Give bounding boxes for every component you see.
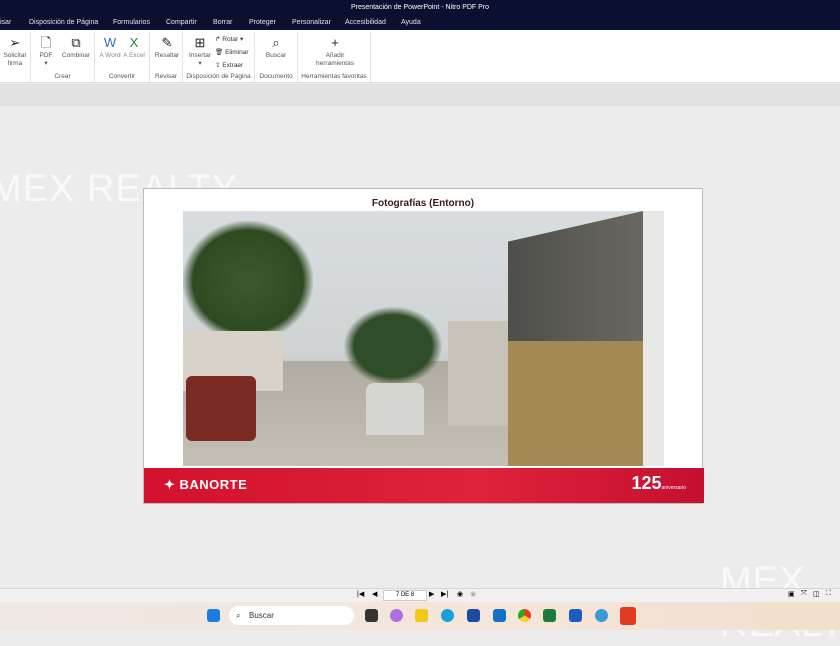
task-view-icon[interactable] (365, 609, 378, 622)
banorte-logo: ✦ BANORTE (164, 477, 248, 492)
group-crear: Crear (54, 73, 71, 80)
slide-title: Fotografías (Entorno) (371, 198, 475, 209)
pdf-button[interactable]: 🗋 PDF ▾ (35, 34, 57, 68)
combine-icon: ⧉ (71, 35, 81, 50)
file-explorer-icon[interactable] (415, 609, 428, 622)
street-photo (183, 211, 664, 466)
anadir-herramientas-button[interactable]: + Añadir herramientas (308, 34, 362, 68)
single-page-view-icon[interactable]: ▣ (788, 590, 795, 598)
page-nav-bar: |◀ ◀ 7 DE 8 ▶ ▶| ◉ ◉ ▣ ⤧ ◫ ⛶ (0, 588, 840, 602)
menu-compartir[interactable]: Compartir (166, 16, 197, 30)
chrome-icon[interactable] (518, 609, 531, 622)
group-disposicion: Disposición de Página (186, 73, 251, 80)
menu-proteger[interactable]: Proteger (249, 16, 276, 30)
excel-icon: X (129, 35, 139, 50)
insert-page-icon: ⊞ (194, 35, 206, 50)
ribbon: ➢ Solicitar firma 🗋 PDF ▾ ⧉ Combinar Crear W… (0, 30, 840, 83)
excel-taskbar-icon[interactable] (543, 609, 556, 622)
forward-icon[interactable]: ◉ (470, 590, 476, 598)
word-icon: W (103, 35, 117, 50)
fullscreen-icon[interactable]: ⛶ (826, 590, 831, 598)
search-icon: ⌕ (272, 35, 280, 50)
banorte-band: ✦ BANORTE 125aniversario (144, 468, 704, 503)
window-title: Presentación de PowerPoint - Nitro PDF P… (0, 0, 840, 16)
word-taskbar-icon[interactable] (569, 609, 582, 622)
menu-ayuda[interactable]: Ayuda (401, 16, 421, 30)
fit-icon[interactable]: ⤧ (801, 590, 807, 598)
menu-formularios[interactable]: Formularios (113, 16, 150, 30)
eliminar-button[interactable]: 🗑 Eliminar (215, 48, 249, 56)
prev-page-button[interactable]: ◀ (372, 590, 377, 598)
extraer-button[interactable]: ⇪ Extraer (215, 61, 243, 69)
toolbar-strip (0, 84, 840, 106)
two-page-view-icon[interactable]: ◫ (813, 590, 820, 598)
slide-page: Fotografías (Entorno) ✦ BANORTE 125anive… (143, 188, 704, 504)
windows-start-icon[interactable] (207, 609, 220, 622)
first-page-button[interactable]: |◀ (357, 590, 364, 598)
solicitar-firma-button[interactable]: ➢ Solicitar firma (0, 34, 30, 68)
menu-accesibilidad[interactable]: Accesibilidad (345, 16, 386, 30)
page-number-input[interactable]: 7 DE 8 (383, 590, 427, 601)
a-word-button[interactable]: WA Word (99, 34, 121, 60)
nitro-pdf-icon[interactable] (620, 607, 636, 625)
back-icon[interactable]: ◉ (457, 590, 463, 598)
pen-icon: ✎ (161, 35, 173, 50)
edge-icon[interactable] (441, 609, 454, 622)
rotar-button[interactable]: ↱ Rotar ▾ (215, 35, 243, 43)
combinar-button[interactable]: ⧉ Combinar (59, 34, 93, 60)
group-revisar: Revisar (154, 73, 178, 80)
resaltar-button[interactable]: ✎ Resaltar (152, 34, 182, 60)
menu-revisar[interactable]: isar (0, 16, 11, 30)
menu-disposicion[interactable]: Disposición de Página (29, 16, 98, 30)
store-icon[interactable] (467, 609, 480, 622)
plus-icon: + (331, 35, 339, 50)
send-icon: ➢ (9, 35, 21, 50)
group-documento: Documento (259, 73, 293, 80)
taskbar-search[interactable]: ⌕ Buscar (229, 606, 354, 625)
menu-bar: isar Disposición de Página Formularios C… (0, 16, 840, 30)
last-page-button[interactable]: ▶| (441, 590, 448, 598)
menu-personalizar[interactable]: Personalizar (292, 16, 331, 30)
group-favoritas: Herramientas favoritas (301, 73, 367, 80)
insertar-button[interactable]: ⊞ Insertar ▾ (186, 34, 214, 68)
copilot-icon[interactable] (390, 609, 403, 622)
menu-borrar[interactable]: Borrar (213, 16, 232, 30)
anniversary-logo: 125aniversario (631, 473, 686, 493)
search-icon: ⌕ (236, 611, 241, 620)
a-excel-button[interactable]: XA Excel (123, 34, 145, 60)
group-convertir: Convertir (108, 73, 136, 80)
buscar-button[interactable]: ⌕ Buscar (261, 34, 291, 60)
pdf-file-icon: 🗋 (40, 35, 52, 50)
app-icon[interactable] (595, 609, 608, 622)
next-page-button[interactable]: ▶ (429, 590, 434, 598)
outlook-icon[interactable] (493, 609, 506, 622)
taskbar (0, 602, 840, 630)
